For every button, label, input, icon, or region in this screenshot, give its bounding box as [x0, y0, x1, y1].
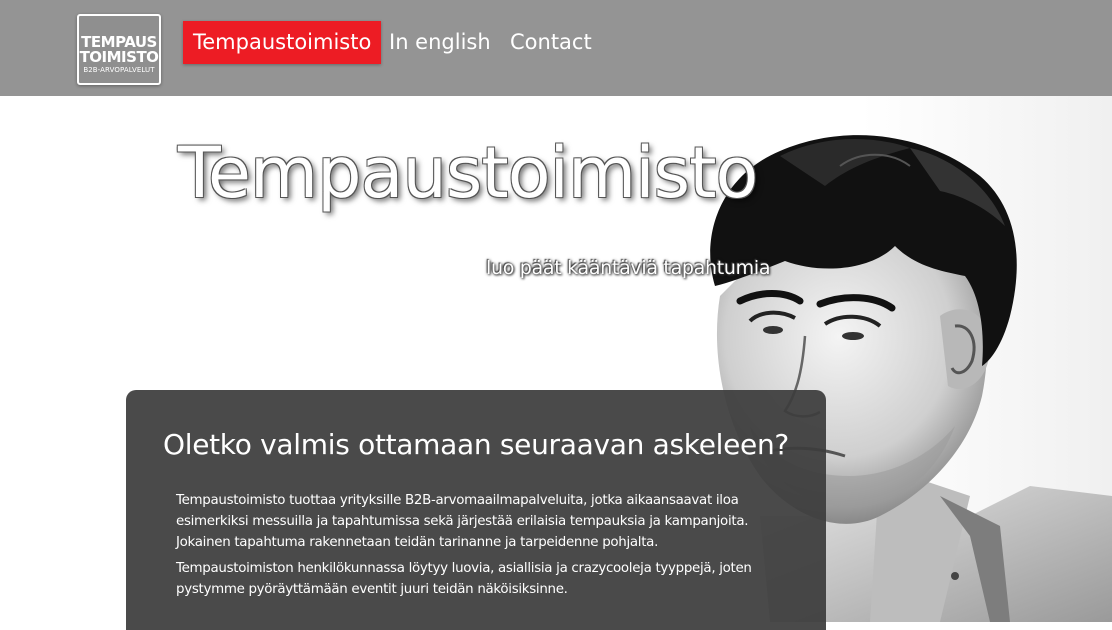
- intro-paragraph-2: Tempaustoimiston henkilökunnassa löytyy …: [176, 561, 752, 597]
- nav-item-tempaustoimisto[interactable]: Tempaustoimisto: [183, 21, 382, 64]
- logo-tagline: B2B-ARVOPALVELUT: [83, 66, 155, 74]
- nav-item-in-english[interactable]: In english: [389, 21, 491, 64]
- hero-subtitle: luo päät kääntäviä tapahtumia: [486, 257, 771, 279]
- logo[interactable]: TEMPAUS TOIMISTO B2B-ARVOPALVELUT: [77, 14, 161, 85]
- hero-title: Tempaustoimisto: [178, 132, 758, 214]
- logo-line-2: TOIMISTO: [79, 48, 159, 66]
- intro-paragraph-1: Tempaustoimisto tuottaa yrityksille B2B-…: [176, 493, 749, 550]
- nav-item-contact[interactable]: Contact: [510, 21, 592, 64]
- intro-heading: Oletko valmis ottamaan seuraavan askelee…: [162, 428, 789, 461]
- intro-panel: Oletko valmis ottamaan seuraavan askelee…: [126, 390, 826, 630]
- top-navbar: TEMPAUS TOIMISTO B2B-ARVOPALVELUT Tempau…: [0, 0, 1112, 96]
